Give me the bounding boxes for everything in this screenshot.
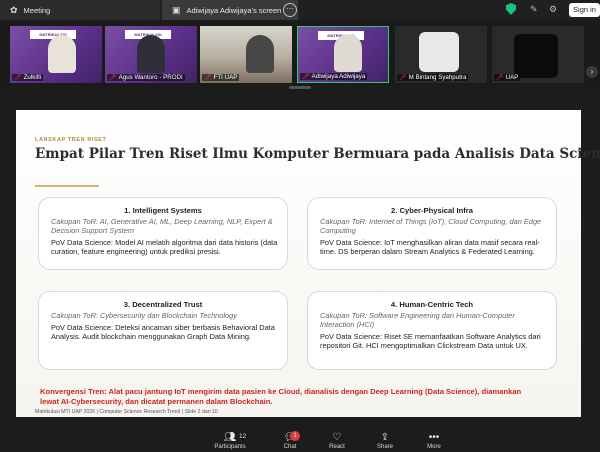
meeting-toolbar: 👥︎ Participants 💬︎ Chat ♡ React ⇪ Share … bbox=[0, 428, 600, 452]
pillar-card-title: 3. Decentralized Trust bbox=[123, 300, 203, 309]
participant-gallery: MATRIKULASI 🎤︎Zulkifli MATRIKULASI 🎤︎Agu… bbox=[0, 22, 600, 85]
tab-shared-screen-label: Adiwijaya Adiwijaya's screen bbox=[186, 5, 282, 15]
zoom-paw-icon: ✿ bbox=[10, 4, 18, 15]
participant-name: 🎤︎ FTI UAP bbox=[202, 74, 240, 81]
mic-muted-icon: 🎤︎ bbox=[109, 75, 117, 81]
participant-tile[interactable]: 🎤︎ M Bintang Syahputra bbox=[395, 26, 487, 83]
screen-share-icon: ▣ bbox=[172, 4, 181, 15]
participant-tile[interactable]: 🎤︎ FTI UAP bbox=[200, 26, 292, 83]
participants-icon: 👥︎ bbox=[223, 432, 237, 443]
slide-title: Empat Pilar Tren Riset Ilmu Komputer Ber… bbox=[35, 146, 600, 162]
slide-footer: Matrikulasi MTI UAP 2026 | Computer Scie… bbox=[35, 409, 218, 415]
pillar-card-scope: Cakupan ToR: Software Engineering dan Hu… bbox=[320, 311, 515, 329]
avatar bbox=[514, 34, 558, 78]
pillar-card-pov: PoV Data Science: Deteksi ancaman siber … bbox=[51, 323, 275, 342]
participant-tile[interactable]: MATRIKULASI 🎤︎Agus Wantoro - PRODI bbox=[105, 26, 197, 83]
chat-label: Chat bbox=[283, 444, 297, 450]
mic-muted-icon: 🎤︎ bbox=[399, 75, 407, 81]
participant-name: 🎤︎ Agus Wantoro - PRODI bbox=[107, 74, 185, 81]
mic-muted-icon: 🎤︎ bbox=[14, 75, 22, 81]
tab-more-icon[interactable]: ⋯ bbox=[283, 3, 297, 17]
mic-muted-icon: 🎤︎ bbox=[302, 74, 310, 80]
pillar-card: 2. Cyber-Physical Infra Cakupan ToR: Int… bbox=[307, 197, 557, 270]
pillar-card-title: 4. Human-Centric Tech bbox=[390, 300, 474, 309]
gallery-next-icon[interactable]: › bbox=[586, 66, 598, 78]
share-button[interactable]: ⇪ Share bbox=[361, 432, 409, 450]
settings-icon[interactable]: ⚙ bbox=[549, 4, 557, 15]
participant-figure bbox=[334, 34, 362, 72]
participant-figure bbox=[48, 35, 76, 73]
tab-shared-screen[interactable]: ▣ Adiwijaya Adiwijaya's screen bbox=[162, 0, 298, 20]
participant-figure bbox=[137, 35, 165, 73]
more-button[interactable]: ••• More bbox=[410, 432, 458, 450]
pillar-card-pov: PoV Data Science: IoT menghasilkan alira… bbox=[320, 238, 540, 257]
react-heart-icon: ♡ bbox=[332, 432, 342, 443]
pillar-card-scope: Cakupan ToR: Internet of Things (IoT), C… bbox=[320, 217, 542, 235]
tab-meeting[interactable]: ✿ Meeting bbox=[0, 0, 160, 20]
window-top-bar: ✿ Meeting ▣ Adiwijaya Adiwijaya's screen… bbox=[0, 0, 600, 20]
tab-meeting-label: Meeting bbox=[23, 5, 51, 15]
pillar-card-title: 1. Intelligent Systems bbox=[124, 206, 202, 215]
pillar-card: 3. Decentralized Trust Cakupan ToR: Cybe… bbox=[38, 291, 288, 370]
chat-unread-badge: 1 bbox=[290, 431, 300, 441]
participant-name: 🎤︎ Adiwijaya Adiwijaya bbox=[300, 73, 368, 80]
participant-name: 🎤︎ Zulkifli bbox=[12, 74, 44, 81]
participants-count: 12 bbox=[239, 433, 247, 440]
participant-name: 🎤︎ M Bintang Syahputra bbox=[397, 74, 469, 81]
share-screen-icon: ⇪ bbox=[380, 432, 390, 443]
participants-label: Participants bbox=[214, 444, 246, 450]
more-label: More bbox=[427, 444, 441, 450]
shared-slide: LANSKAP TREN RISET Empat Pilar Tren Rise… bbox=[16, 110, 600, 417]
pillar-card-scope: Cakupan ToR: Cybersecurity dan Blockchai… bbox=[51, 311, 237, 320]
pillar-card-pov: PoV Data Science: Model AI melatih algor… bbox=[51, 238, 278, 257]
pillar-card: 4. Human-Centric Tech Cakupan ToR: Softw… bbox=[307, 291, 557, 370]
avatar bbox=[419, 32, 459, 72]
pillar-card-scope: Cakupan ToR: AI, Generative AI, ML, Deep… bbox=[51, 217, 273, 235]
participant-name: 🎤︎ UAP bbox=[494, 74, 521, 81]
participant-tile-active-speaker[interactable]: MATRIKULASI 🎤︎Adiwijaya Adiwijaya bbox=[297, 26, 389, 83]
participant-tile[interactable]: MATRIKULASI 🎤︎ Zulkifli bbox=[10, 26, 102, 83]
participant-tile[interactable]: 🎤︎ UAP bbox=[492, 26, 584, 83]
react-label: React bbox=[329, 444, 345, 450]
mic-muted-icon: 🎤︎ bbox=[496, 75, 504, 81]
pillar-card-pov: PoV Data Science: Riset SE memanfaatkan … bbox=[320, 332, 541, 351]
edit-icon[interactable]: ✎ bbox=[530, 4, 538, 15]
pillar-card: 1. Intelligent Systems Cakupan ToR: AI, … bbox=[38, 197, 288, 270]
participant-figure bbox=[246, 35, 274, 73]
react-button[interactable]: ♡ React bbox=[313, 432, 361, 450]
convergence-statement: Konvergensi Tren: Alat pacu jantung IoT … bbox=[40, 387, 522, 406]
participants-button[interactable]: 👥︎ Participants bbox=[206, 432, 254, 450]
more-icon: ••• bbox=[428, 432, 440, 443]
resize-handle[interactable] bbox=[289, 86, 311, 89]
mic-muted-icon: 🎤︎ bbox=[204, 75, 212, 81]
title-divider bbox=[35, 185, 99, 187]
slide-overline: LANSKAP TREN RISET bbox=[35, 137, 107, 143]
pillar-card-title: 2. Cyber-Physical Infra bbox=[391, 206, 473, 215]
share-label: Share bbox=[376, 444, 393, 450]
encryption-shield-icon[interactable] bbox=[506, 3, 516, 15]
sign-in-button[interactable]: Sign in bbox=[569, 3, 600, 17]
